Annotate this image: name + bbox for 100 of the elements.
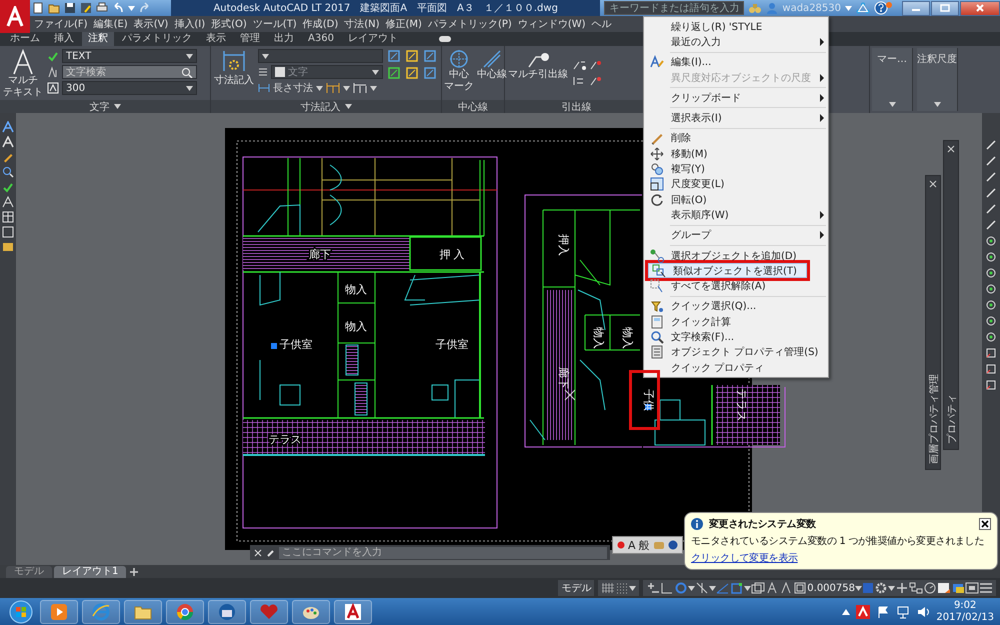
- square-tool-icon[interactable]: [985, 379, 997, 391]
- toggle-icon[interactable]: [438, 34, 454, 44]
- minimize-button[interactable]: [902, 0, 930, 16]
- help-icon[interactable]: [874, 1, 892, 15]
- context-menu-item[interactable]: クイック計算: [646, 314, 826, 330]
- wrench-icon[interactable]: [266, 548, 276, 558]
- network-icon[interactable]: [896, 604, 910, 618]
- context-menu-item[interactable]: 選択オブジェクトを追加(D): [646, 248, 826, 264]
- context-menu-item[interactable]: 文字検索(F)...: [646, 329, 826, 345]
- clock-circle-icon[interactable]: [923, 582, 937, 594]
- line-tool-icon[interactable]: [985, 203, 997, 215]
- menu-item[interactable]: 寸法(N): [344, 17, 380, 31]
- context-menu-item[interactable]: クリップボード: [646, 90, 826, 106]
- menu-item[interactable]: 形式(O): [211, 17, 247, 31]
- layers-icon[interactable]: [951, 582, 965, 594]
- dimension-tool-icon[interactable]: [423, 49, 437, 63]
- caret-icon[interactable]: [629, 586, 636, 590]
- clock-date[interactable]: 2017/02/13: [936, 612, 994, 624]
- circle-tool-icon[interactable]: [985, 315, 997, 327]
- dimension-tool-icon[interactable]: [423, 66, 437, 80]
- caret-icon[interactable]: [343, 86, 350, 90]
- caret-icon[interactable]: [845, 6, 852, 10]
- context-menu-item[interactable]: 表示順序(W): [646, 207, 826, 223]
- taskbar-button[interactable]: [124, 600, 162, 624]
- ribbon-tab[interactable]: レイアウト: [342, 32, 404, 46]
- text-frame-icon[interactable]: [2, 226, 14, 238]
- collect-leader-icon[interactable]: [589, 75, 603, 87]
- panel-title[interactable]: 引出線: [562, 100, 592, 114]
- caret-icon[interactable]: [888, 102, 896, 107]
- panel-title[interactable]: 中心線: [458, 100, 488, 114]
- collapsed-panel-title[interactable]: マー…: [877, 52, 907, 66]
- caret-icon[interactable]: [262, 54, 269, 58]
- a-letter-icon[interactable]: [2, 121, 14, 133]
- caret-icon[interactable]: [114, 104, 120, 109]
- caret-icon[interactable]: [186, 86, 193, 90]
- multileader-button[interactable]: マルチ引出線: [508, 49, 568, 81]
- close-icon[interactable]: [253, 548, 263, 558]
- context-menu-item[interactable]: 編集(I)...: [646, 54, 826, 70]
- menu-item[interactable]: 修正(M): [386, 17, 422, 31]
- close-icon[interactable]: [928, 179, 938, 189]
- circle-tool-icon[interactable]: [985, 299, 997, 311]
- layer-lines-icon[interactable]: [258, 66, 268, 78]
- caret-icon[interactable]: [855, 586, 862, 590]
- caret-icon[interactable]: [709, 586, 716, 590]
- ime-label[interactable]: 般: [638, 538, 650, 552]
- caret-icon[interactable]: [344, 104, 352, 109]
- caret-icon[interactable]: [316, 86, 323, 90]
- dimension-tool-icon[interactable]: [405, 66, 419, 80]
- menu-item[interactable]: ウィンドウ(W): [518, 17, 586, 31]
- menu-item[interactable]: ファイル(F): [34, 17, 88, 31]
- compass-icon[interactable]: [765, 582, 780, 594]
- model-space-button[interactable]: モデル: [558, 580, 594, 596]
- taskbar-button[interactable]: [40, 600, 78, 624]
- text-style-dropdown[interactable]: TEXT: [62, 49, 197, 63]
- line-tool-icon[interactable]: [985, 171, 997, 183]
- caret-icon[interactable]: [934, 102, 940, 107]
- layout-tab[interactable]: モデル: [6, 566, 52, 578]
- circle-tool-icon[interactable]: [985, 251, 997, 263]
- taskbar-button[interactable]: [208, 600, 246, 624]
- context-menu-item[interactable]: 回転(O): [646, 192, 826, 208]
- grid-icon[interactable]: [601, 582, 616, 594]
- dimension-tool-icon[interactable]: [387, 49, 401, 63]
- caret-up-icon[interactable]: [842, 608, 850, 614]
- ribbon-tab[interactable]: ホーム: [4, 32, 46, 46]
- text-height-dropdown[interactable]: 300: [62, 81, 197, 95]
- notification-link[interactable]: クリックして変更を表示: [691, 553, 798, 564]
- maximize-button[interactable]: [931, 0, 959, 16]
- ime-mode[interactable]: A: [628, 538, 636, 552]
- multiline-text-button[interactable]: マルチ テキスト: [3, 49, 43, 99]
- linear-dimension-button[interactable]: 長さ寸法: [258, 81, 313, 95]
- continue-dimension-icon[interactable]: [326, 82, 340, 94]
- panel-title[interactable]: 寸法記入: [300, 100, 340, 114]
- menu-item[interactable]: 編集(E): [94, 17, 128, 31]
- line-tool-icon[interactable]: [985, 155, 997, 167]
- menu-item[interactable]: 挿入(I): [174, 17, 206, 31]
- menu-icon[interactable]: [979, 582, 993, 594]
- context-menu-item[interactable]: 選択表示(I): [646, 110, 826, 126]
- layout-tab[interactable]: レイアウト1: [54, 566, 126, 578]
- context-menu-item[interactable]: クイック選択(Q)...: [646, 298, 826, 314]
- context-menu-item[interactable]: すべてを選択解除(A): [646, 278, 826, 294]
- ribbon-tab[interactable]: A360: [302, 32, 340, 46]
- stack-icon[interactable]: [751, 582, 766, 594]
- menu-item[interactable]: 表示(V): [134, 17, 168, 31]
- caret-icon[interactable]: [688, 586, 696, 590]
- context-menu-item[interactable]: 繰り返し(R) 'STYLE: [646, 19, 826, 34]
- close-icon[interactable]: [946, 144, 956, 154]
- taskbar-button[interactable]: [250, 600, 288, 624]
- text-frame-icon[interactable]: [47, 82, 59, 94]
- search-icon[interactable]: [2, 166, 14, 178]
- dimension-tool-icon[interactable]: [387, 66, 401, 80]
- taskbar-button[interactable]: [292, 600, 330, 624]
- network-nodes-icon[interactable]: [909, 582, 923, 594]
- caret-icon[interactable]: [128, 6, 135, 10]
- baseline-dimension-icon[interactable]: [353, 82, 367, 94]
- ribbon-tab[interactable]: 注釈: [82, 32, 114, 46]
- close-button[interactable]: [979, 518, 991, 530]
- context-menu-item[interactable]: 類似オブジェクトを選択(T): [648, 263, 807, 278]
- annotation-scale[interactable]: 0.000758: [807, 582, 855, 594]
- align-leader-icon[interactable]: [572, 75, 586, 87]
- flag-icon[interactable]: [876, 604, 890, 618]
